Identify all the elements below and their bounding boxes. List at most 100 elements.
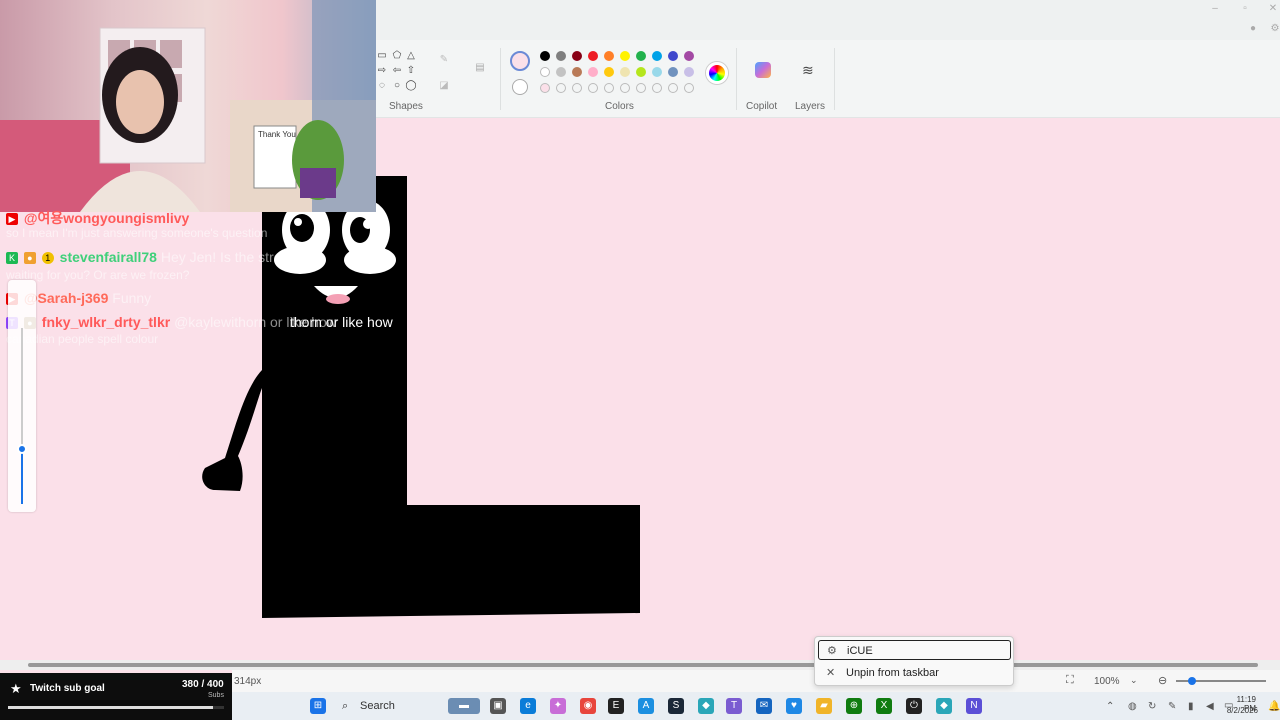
color-swatch[interactable] bbox=[588, 67, 598, 77]
layers-icon[interactable]: ≋ bbox=[802, 62, 814, 79]
chevron-down-icon[interactable]: ⌄ bbox=[1130, 675, 1138, 686]
copilot-icon[interactable] bbox=[755, 62, 771, 78]
fit-to-window-icon[interactable]: ⛶ bbox=[1066, 674, 1074, 687]
task-view-icon[interactable]: ▣ bbox=[490, 698, 506, 714]
search-icon[interactable]: ⌕ bbox=[342, 700, 348, 713]
custom-color-swatch[interactable] bbox=[620, 83, 630, 93]
teams-icon[interactable]: T bbox=[726, 698, 742, 714]
zoom-out-icon[interactable]: ⊖ bbox=[1158, 674, 1167, 687]
xbox-icon[interactable]: ⊕ bbox=[846, 698, 862, 714]
ctx-item-icue[interactable]: ⚙ iCUE bbox=[818, 640, 1011, 660]
canvas-horizontal-scrollbar[interactable] bbox=[0, 660, 1280, 670]
custom-color-swatch[interactable] bbox=[540, 83, 550, 93]
app-icon[interactable]: N bbox=[966, 698, 982, 714]
edge-icon[interactable]: e bbox=[520, 698, 536, 714]
rectangle-shape-icon[interactable]: ▭ bbox=[376, 50, 388, 62]
custom-color-swatch[interactable] bbox=[652, 83, 662, 93]
close-icon[interactable]: ✕ bbox=[1266, 4, 1280, 14]
custom-color-swatch[interactable] bbox=[684, 83, 694, 93]
copilot-taskbar-icon[interactable]: ✦ bbox=[550, 698, 566, 714]
color-swatch[interactable] bbox=[604, 51, 614, 61]
triangle-shape-icon[interactable]: △ bbox=[405, 50, 417, 62]
color-swatch[interactable] bbox=[556, 67, 566, 77]
epic-games-icon[interactable]: E bbox=[608, 698, 624, 714]
custom-color-swatch[interactable] bbox=[588, 83, 598, 93]
arrow-left-shape-icon[interactable]: ⇦ bbox=[391, 65, 403, 77]
color-swatch[interactable] bbox=[668, 51, 678, 61]
color-swatch[interactable] bbox=[684, 67, 694, 77]
minimize-icon[interactable]: – bbox=[1208, 4, 1222, 14]
color-swatch[interactable] bbox=[556, 51, 566, 61]
app-icon[interactable]: ◆ bbox=[698, 698, 714, 714]
settings-icon[interactable]: ⚙ bbox=[1268, 24, 1280, 34]
color-swatch[interactable] bbox=[572, 67, 582, 77]
copilot-label[interactable]: Copilot bbox=[746, 101, 777, 112]
color-swatch[interactable] bbox=[668, 67, 678, 77]
scrollbar-thumb[interactable] bbox=[28, 663, 1258, 667]
arrow-up-shape-icon[interactable]: ⇧ bbox=[405, 65, 417, 77]
color-swatch[interactable] bbox=[540, 67, 550, 77]
color-swatch[interactable] bbox=[540, 51, 550, 61]
cloud-callout-shape-icon[interactable]: ◯ bbox=[405, 80, 417, 92]
outline-icon[interactable]: ✎ bbox=[438, 54, 450, 66]
custom-color-swatch[interactable] bbox=[636, 83, 646, 93]
widgets-icon[interactable]: ▬ bbox=[448, 698, 480, 714]
custom-color-swatch[interactable] bbox=[572, 83, 582, 93]
tray-app-icon[interactable]: ↻ bbox=[1148, 701, 1156, 712]
tray-app-icon[interactable]: ◍ bbox=[1128, 701, 1137, 712]
account-icon[interactable]: ● bbox=[1246, 24, 1260, 34]
color-swatch[interactable] bbox=[620, 51, 630, 61]
paint-ribbon: ▭ ⬠ △ ⇨ ⇦ ⇧ ◌ ○ ◯ ✎ ◪ ▤ Shapes Colors Co… bbox=[376, 40, 1280, 118]
clock-date[interactable]: 8/2/2026 bbox=[1224, 706, 1258, 715]
color-swatch[interactable] bbox=[620, 67, 630, 77]
volume-slider[interactable] bbox=[8, 280, 36, 512]
custom-color-swatch[interactable] bbox=[668, 83, 678, 93]
maximize-icon[interactable]: ▫ bbox=[1238, 4, 1252, 14]
cat-badge-icon: ● bbox=[23, 252, 36, 265]
color-1-selector[interactable] bbox=[510, 51, 530, 71]
chrome-icon[interactable]: ◉ bbox=[580, 698, 596, 714]
edit-colors-icon[interactable] bbox=[706, 62, 728, 84]
xbox-app-icon[interactable]: X bbox=[876, 698, 892, 714]
network-icon[interactable]: ▮ bbox=[1188, 701, 1194, 712]
ctx-item-unpin[interactable]: ✕ Unpin from taskbar bbox=[818, 663, 1011, 683]
colors-group-label: Colors bbox=[605, 101, 634, 112]
color-swatch[interactable] bbox=[684, 51, 694, 61]
notifications-icon[interactable]: 🔔 bbox=[1268, 701, 1280, 712]
unpin-icon: ✕ bbox=[826, 667, 836, 679]
mail-icon[interactable]: ✉ bbox=[756, 698, 772, 714]
taskbar-search[interactable]: Search bbox=[360, 700, 395, 712]
callout-shape-icon[interactable]: ◌ bbox=[376, 80, 388, 92]
custom-color-swatch[interactable] bbox=[556, 83, 566, 93]
start-icon[interactable]: ⊞ bbox=[310, 698, 326, 714]
zoom-slider[interactable] bbox=[1176, 677, 1266, 685]
chat-username: stevenfairall78 bbox=[59, 249, 157, 265]
app-icon[interactable]: ♥ bbox=[786, 698, 802, 714]
color-swatch[interactable] bbox=[572, 51, 582, 61]
icue-taskbar-icon[interactable]: ⏻ bbox=[906, 698, 922, 714]
arrow-right-shape-icon[interactable]: ⇨ bbox=[376, 65, 388, 77]
color-2-selector[interactable] bbox=[512, 79, 528, 95]
fill-icon[interactable]: ◪ bbox=[438, 80, 450, 92]
pentagon-shape-icon[interactable]: ⬠ bbox=[391, 50, 403, 62]
color-swatch[interactable] bbox=[636, 67, 646, 77]
color-swatch[interactable] bbox=[588, 51, 598, 61]
volume-icon[interactable]: ◀ bbox=[1206, 701, 1214, 712]
oval-callout-shape-icon[interactable]: ○ bbox=[391, 80, 403, 92]
shape-options-icon[interactable]: ▤ bbox=[474, 62, 486, 74]
taskbar-context-menu: ⚙ iCUE ✕ Unpin from taskbar bbox=[814, 636, 1014, 686]
color-swatch[interactable] bbox=[652, 67, 662, 77]
color-swatch[interactable] bbox=[604, 67, 614, 77]
custom-color-swatch[interactable] bbox=[604, 83, 614, 93]
app-icon[interactable]: A bbox=[638, 698, 654, 714]
file-explorer-icon[interactable]: ▰ bbox=[816, 698, 832, 714]
layers-label[interactable]: Layers bbox=[795, 101, 825, 112]
app-icon[interactable]: ◆ bbox=[936, 698, 952, 714]
color-swatch[interactable] bbox=[636, 51, 646, 61]
volume-thumb[interactable] bbox=[17, 444, 27, 454]
chevron-up-icon[interactable]: ⌃ bbox=[1106, 701, 1114, 712]
tray-app-icon[interactable]: ✎ bbox=[1168, 701, 1176, 712]
steam-icon[interactable]: S bbox=[668, 698, 684, 714]
color-swatch[interactable] bbox=[652, 51, 662, 61]
zoom-level-select[interactable]: 100% bbox=[1094, 676, 1120, 687]
